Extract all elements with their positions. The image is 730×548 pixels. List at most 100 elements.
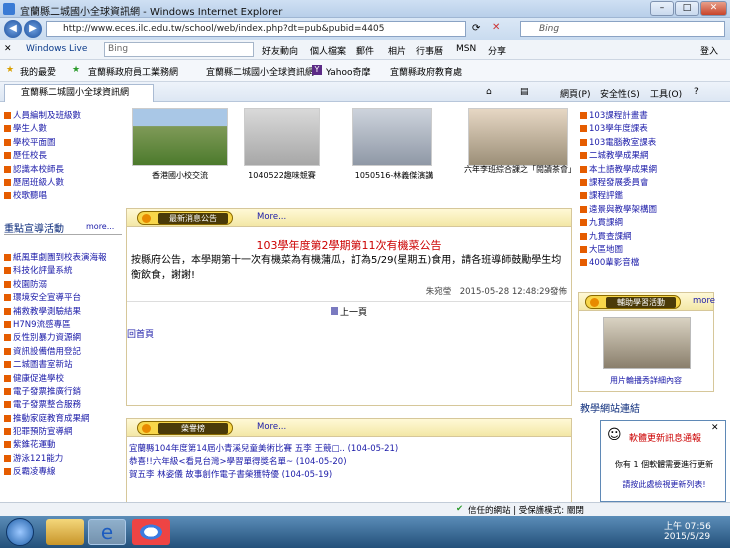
right-link[interactable]: 二城教學成果網: [580, 150, 690, 163]
left-link[interactable]: 歷屆班級人數: [4, 177, 122, 190]
news-box: 最新消息公告 More... 103學年度第2學期第11次有機菜公告 按縣府公告…: [126, 208, 572, 406]
honor-item[interactable]: 賀五李 林姿儀 故事創作電子書榮獲特優 (104-05-19): [129, 469, 398, 482]
left-link[interactable]: 犯罪預防宣導網: [4, 426, 122, 439]
right-link[interactable]: 103電腦教室課表: [580, 137, 690, 150]
left-link[interactable]: 紙風車劇團到校表演海報: [4, 252, 122, 265]
home-icon[interactable]: ⌂: [486, 87, 492, 97]
refresh-icon[interactable]: ⟳: [472, 23, 480, 34]
album-photo[interactable]: [603, 317, 691, 369]
left-link[interactable]: 環境安全宣導平台: [4, 292, 122, 305]
left-link[interactable]: 校歌聽唱: [4, 190, 122, 203]
album-more-link[interactable]: more: [693, 296, 715, 306]
photo-caption[interactable]: 香港國小校交流: [128, 170, 232, 181]
photo-thumbnail[interactable]: [244, 108, 320, 166]
address-bar-row: ◀ ▶ http://www.eces.ilc.edu.tw/school/we…: [0, 18, 730, 40]
right-link[interactable]: 九貫課綱: [580, 217, 690, 230]
live-search-input[interactable]: Bing: [104, 42, 254, 57]
chrome-taskbar-button[interactable]: [132, 519, 170, 545]
prev-page-label[interactable]: 上一頁: [340, 308, 367, 318]
left-link[interactable]: 健康促進學校: [4, 373, 122, 386]
address-input[interactable]: http://www.eces.ilc.edu.tw/school/web/in…: [46, 21, 466, 37]
right-link[interactable]: 本土語教學成果網: [580, 164, 690, 177]
tab-active[interactable]: 宜蘭縣二城國小全球資訊網: [4, 84, 154, 102]
honor-more-link[interactable]: More...: [257, 422, 286, 432]
close-toolbar-icon[interactable]: ✕: [4, 44, 12, 54]
photo-caption[interactable]: 六年李班綜合課之「閱讀茶會」: [464, 164, 576, 175]
left-link[interactable]: 歷任校長: [4, 150, 122, 163]
close-button[interactable]: ✕: [700, 1, 727, 16]
live-item[interactable]: 行事曆: [416, 44, 443, 57]
favorite-link[interactable]: 宜蘭縣二城國小全球資訊網: [206, 65, 314, 78]
left-link[interactable]: H7N9流感專區: [4, 319, 122, 332]
right-link[interactable]: 課程評鑑: [580, 190, 690, 203]
prev-page-link[interactable]: 上一頁: [331, 305, 367, 318]
forward-button[interactable]: ▶: [24, 20, 42, 38]
left-link[interactable]: 資訊設備借用登記: [4, 346, 122, 359]
maximize-button[interactable]: □: [675, 1, 699, 16]
left-link[interactable]: 科技化評量系統: [4, 265, 122, 278]
search-input[interactable]: Bing: [520, 21, 725, 37]
favorite-link[interactable]: Yahoo奇摩: [326, 65, 371, 78]
safety-menu[interactable]: 安全性(S): [600, 87, 640, 100]
right-link[interactable]: 400輩影音檔: [580, 257, 690, 270]
honor-item[interactable]: 恭喜!!六年級<看見台灣>學習單得獎名單~ (104-05-20): [129, 456, 398, 469]
left-link[interactable]: 校園防溺: [4, 279, 122, 292]
explorer-taskbar-button[interactable]: [46, 519, 84, 545]
live-item[interactable]: 相片: [388, 44, 406, 57]
honor-item[interactable]: 宜蘭縣104年度第14屆小青溪兒童美術比賽 五李 王競□.. (104-05-2…: [129, 443, 398, 456]
minimize-button[interactable]: –: [650, 1, 674, 16]
live-item[interactable]: 郵件: [356, 44, 374, 57]
right-link[interactable]: 課程發展委員會: [580, 177, 690, 190]
add-favorite-icon[interactable]: ★: [72, 65, 80, 75]
left-link[interactable]: 二城圖書室新站: [4, 359, 122, 372]
left-link[interactable]: 學校平面圖: [4, 137, 122, 150]
left-link[interactable]: 反性別暴力資源網: [4, 332, 122, 345]
page-menu[interactable]: 網頁(P): [560, 87, 590, 100]
section-more-link[interactable]: more...: [86, 222, 114, 231]
news-more-link[interactable]: More...: [257, 212, 286, 222]
back-button[interactable]: ◀: [4, 20, 22, 38]
stop-icon[interactable]: ✕: [492, 22, 500, 33]
home-page-link[interactable]: 回首頁: [127, 327, 154, 340]
photo-thumbnail[interactable]: [468, 108, 568, 166]
left-link[interactable]: 游泳121能力: [4, 453, 122, 466]
help-icon[interactable]: ?: [694, 87, 699, 97]
left-link[interactable]: 反霸凌專線: [4, 466, 122, 479]
print-icon[interactable]: ▤: [520, 87, 529, 97]
left-link[interactable]: 推動家庭教育成果網: [4, 413, 122, 426]
live-brand[interactable]: Windows Live: [26, 44, 87, 54]
right-link[interactable]: 遠景與教學架構圖: [580, 204, 690, 217]
photo-thumbnail[interactable]: [132, 108, 228, 166]
left-link[interactable]: 學生人數: [4, 123, 122, 136]
left-link[interactable]: 紫錐花運動: [4, 439, 122, 452]
tools-menu[interactable]: 工具(O): [650, 87, 682, 100]
live-item[interactable]: 分享: [488, 44, 506, 57]
status-text[interactable]: 信任的網站 | 受保護模式: 關閉: [468, 504, 584, 516]
start-button[interactable]: [6, 518, 34, 546]
clock-date[interactable]: 2015/5/29: [664, 532, 710, 542]
left-link[interactable]: 電子發票推廣行銷: [4, 386, 122, 399]
photo-thumbnail[interactable]: [352, 108, 432, 166]
left-link[interactable]: 認識本校師長: [4, 164, 122, 177]
left-link[interactable]: 補救教學測驗結果: [4, 306, 122, 319]
photo-caption[interactable]: 1050516-林義傑演講: [348, 170, 440, 181]
clock-time[interactable]: 上午 07:56: [664, 519, 711, 532]
left-link[interactable]: 電子發票整合服務: [4, 399, 122, 412]
right-link[interactable]: 103課程計畫書: [580, 110, 690, 123]
right-link[interactable]: 103學年度課表: [580, 123, 690, 136]
live-item[interactable]: 個人檔案: [310, 44, 346, 57]
right-link[interactable]: 大區地圖: [580, 244, 690, 257]
update-notification[interactable]: ☺ ✕ 軟體更新訊息通報 你有 1 個軟體需要進行更新 請按此處檢視更新列表!: [600, 420, 726, 502]
right-link[interactable]: 九貫查課網: [580, 231, 690, 244]
favorite-link[interactable]: 宜蘭縣政府員工業務網: [88, 65, 178, 78]
album-caption[interactable]: 用片輪播秀詳細內容: [579, 375, 713, 386]
signin-link[interactable]: 登入: [700, 44, 718, 57]
ie-taskbar-button[interactable]: e: [88, 519, 126, 545]
live-item[interactable]: 好友動向: [262, 44, 298, 57]
notification-link[interactable]: 請按此處檢視更新列表!: [603, 479, 725, 490]
favorites-button[interactable]: 我的最愛: [20, 65, 56, 78]
favorite-link[interactable]: 宜蘭縣政府教育處: [390, 65, 462, 78]
live-item[interactable]: MSN: [456, 44, 476, 54]
photo-caption[interactable]: 1040522趣味競賽: [240, 170, 324, 181]
left-link[interactable]: 人員編制及班級數: [4, 110, 122, 123]
